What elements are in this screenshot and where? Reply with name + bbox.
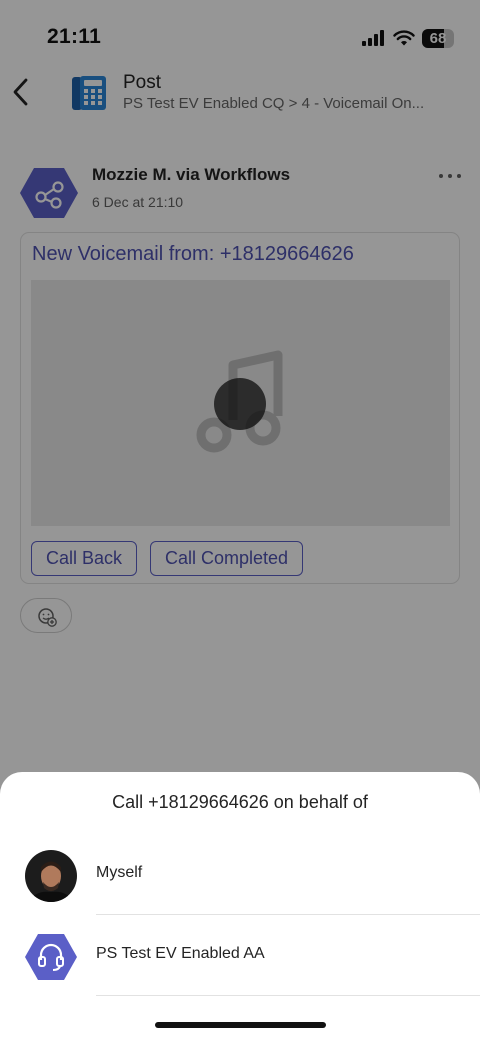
option-label: PS Test EV Enabled AA [96, 945, 265, 962]
option-label: Myself [96, 864, 143, 881]
user-photo-avatar [25, 850, 77, 902]
call-on-behalf-sheet: Call +18129664626 on behalf of Myself PS… [0, 772, 480, 1039]
sheet-title: Call +18129664626 on behalf of [112, 792, 368, 812]
divider [96, 995, 480, 996]
divider [96, 914, 480, 915]
option-ps-test-ev-enabled-aa[interactable]: PS Test EV Enabled AA [0, 916, 480, 996]
home-indicator[interactable] [155, 1022, 326, 1028]
headset-icon [25, 934, 77, 980]
option-myself[interactable]: Myself [0, 835, 480, 915]
post-screen: 21:11 68 Post PS Test EV Enabled CQ > 4 … [0, 0, 480, 1039]
